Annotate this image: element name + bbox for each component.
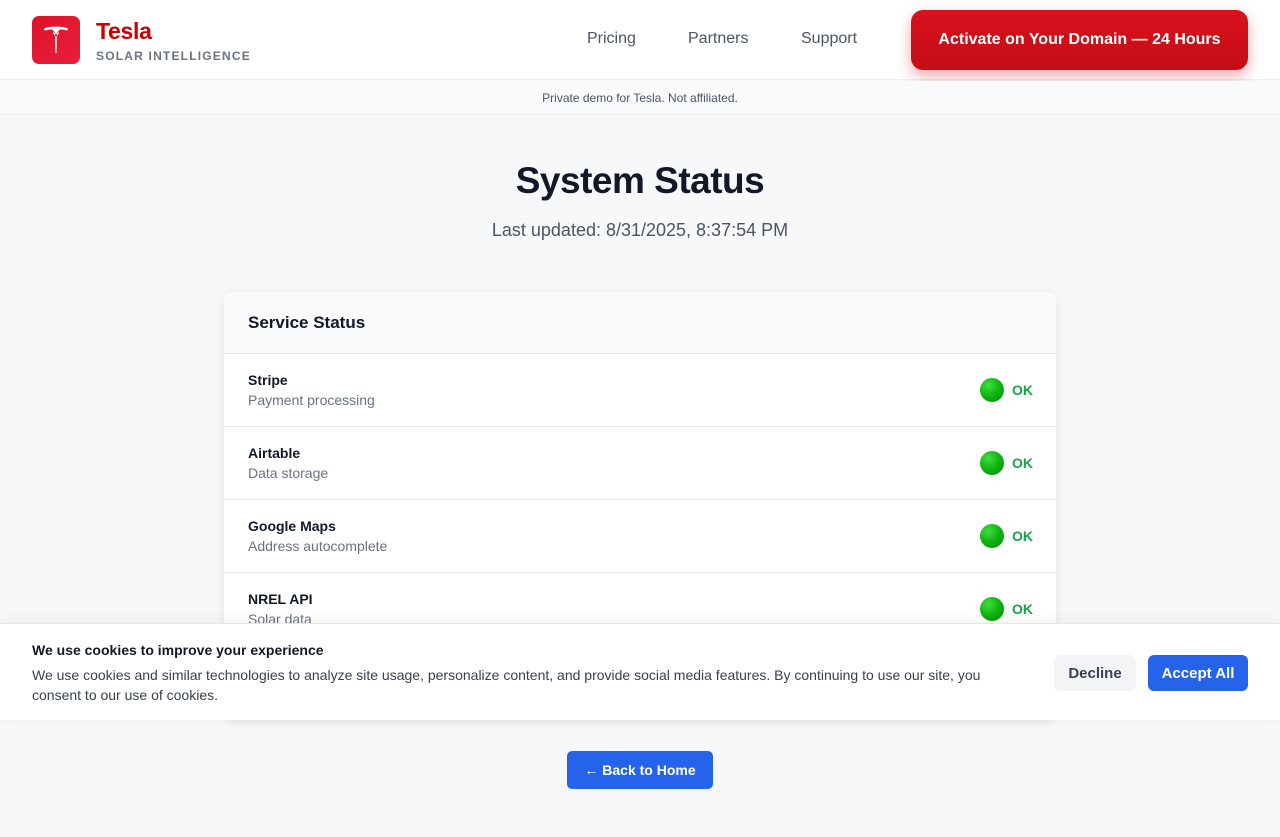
card-header: Service Status <box>224 292 1056 354</box>
decline-cookies-button[interactable]: Decline <box>1054 655 1136 691</box>
status-ok-icon <box>980 597 1004 621</box>
status-ok-icon <box>980 451 1004 475</box>
service-name: Airtable <box>248 445 301 461</box>
status-ok-icon <box>980 378 1004 402</box>
tesla-logo-icon[interactable] <box>32 16 80 64</box>
service-row-airtable: Airtable Data storage OK <box>224 427 1056 500</box>
nav-partners[interactable]: Partners <box>688 30 748 48</box>
status-label: OK <box>1012 528 1033 544</box>
nav-support[interactable]: Support <box>801 30 857 48</box>
service-name: Google Maps <box>248 518 336 534</box>
status-label: OK <box>1012 455 1033 471</box>
card-title: Service Status <box>248 312 366 332</box>
disclaimer-text: Private demo for Tesla. Not affiliated. <box>542 90 738 105</box>
status-label: OK <box>1012 601 1033 617</box>
back-to-home-button[interactable]: ← Back to Home <box>567 751 713 789</box>
page-title: System Status <box>515 160 765 201</box>
status-label: OK <box>1012 382 1033 398</box>
cookie-title: We use cookies to improve your experienc… <box>32 642 324 658</box>
service-name: NREL API <box>248 591 313 607</box>
site-header: Tesla SOLAR INTELLIGENCE Pricing Partner… <box>0 0 1280 80</box>
activate-domain-button[interactable]: Activate on Your Domain — 24 Hours <box>911 10 1248 70</box>
cookie-banner: We use cookies to improve your experienc… <box>0 623 1280 720</box>
service-description: Address autocomplete <box>248 538 388 554</box>
disclaimer-bar: Private demo for Tesla. Not affiliated. <box>0 81 1280 115</box>
nav-pricing[interactable]: Pricing <box>587 30 636 48</box>
accept-all-cookies-button[interactable]: Accept All <box>1148 655 1248 691</box>
service-description: Payment processing <box>248 392 375 408</box>
service-name: Stripe <box>248 372 288 388</box>
brand-name[interactable]: Tesla <box>96 18 152 45</box>
brand-subtitle: SOLAR INTELLIGENCE <box>96 49 251 63</box>
status-ok-icon <box>980 524 1004 548</box>
last-updated-timestamp: Last updated: 8/31/2025, 8:37:54 PM <box>491 220 789 240</box>
service-row-google-maps: Google Maps Address autocomplete OK <box>224 500 1056 573</box>
cookie-body-text: We use cookies and similar technologies … <box>32 667 981 703</box>
service-row-stripe: Stripe Payment processing OK <box>224 354 1056 427</box>
service-description: Data storage <box>248 465 329 481</box>
